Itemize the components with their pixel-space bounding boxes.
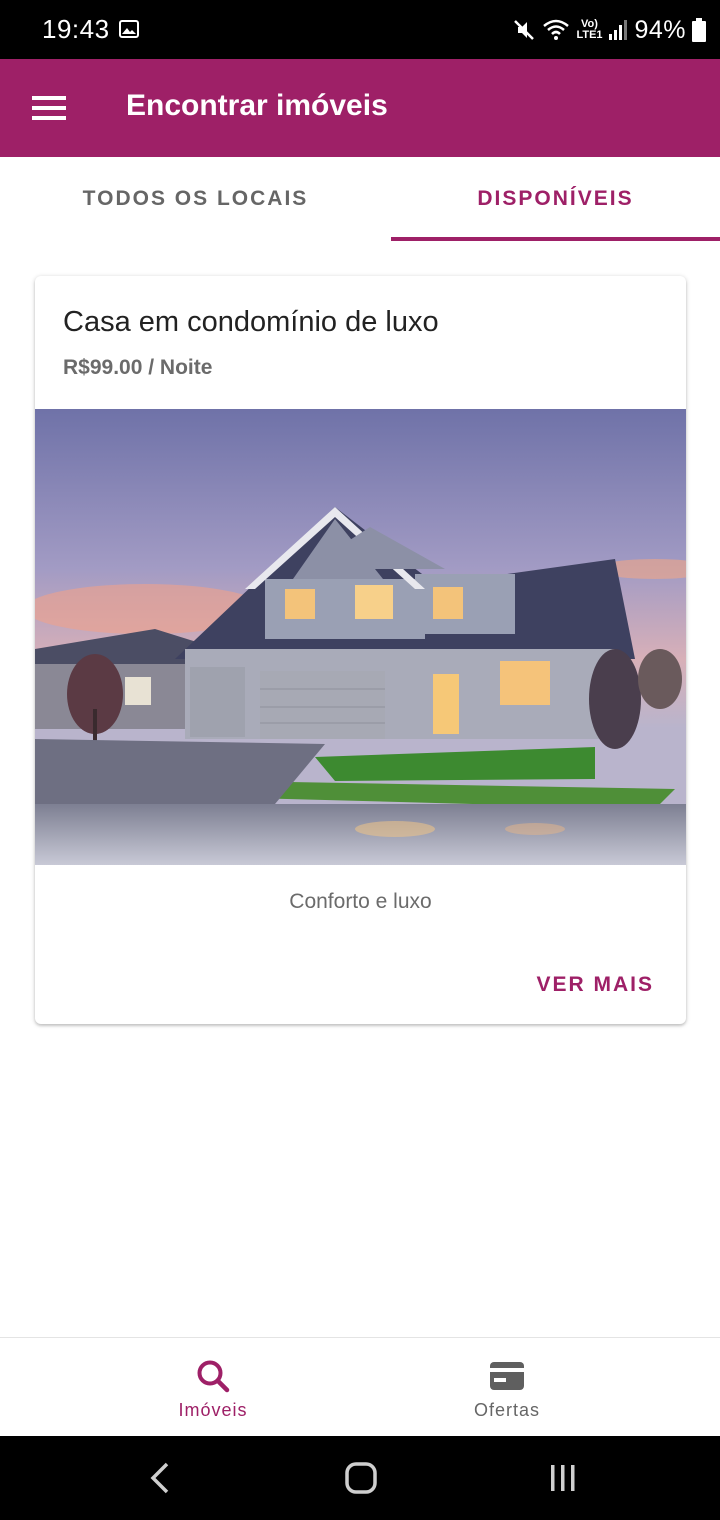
nav-label-offers: Ofertas — [473, 1400, 541, 1420]
home-button[interactable] — [341, 1458, 381, 1498]
listing-description: Conforto e luxo — [289, 890, 432, 913]
card-icon — [490, 1362, 524, 1390]
tab-bar: TODOS OS LOCAIS DISPONÍVEIS — [0, 157, 720, 241]
recents-icon — [551, 1465, 575, 1491]
wifi-icon — [543, 19, 570, 40]
network-label: Vo) LTE1 — [576, 18, 603, 41]
search-icon — [197, 1360, 230, 1393]
menu-button[interactable] — [22, 81, 76, 135]
battery-icon — [692, 18, 706, 42]
tab-all-locations[interactable]: TODOS OS LOCAIS — [0, 157, 391, 241]
battery-percent: 94% — [634, 15, 686, 44]
system-navigation-bar — [0, 1436, 720, 1520]
listing-title: Casa em condomínio de luxo — [63, 306, 439, 338]
listing-price: R$99.00 / Noite — [63, 356, 213, 379]
status-icons: Vo) LTE1 94% — [512, 12, 706, 48]
listing-card: Casa em condomínio de luxo R$99.00 / Noi… — [35, 276, 686, 1024]
nav-item-offers[interactable]: Ofertas — [407, 1338, 607, 1437]
status-time: 19:43 — [42, 14, 110, 44]
nav-label-properties: Imóveis — [178, 1400, 248, 1420]
house-photo — [35, 409, 686, 865]
recents-button[interactable] — [543, 1458, 583, 1498]
bottom-navigation: Imóveis Ofertas — [0, 1337, 720, 1436]
see-more-button[interactable]: VER MAIS — [524, 960, 666, 1010]
nav-item-properties[interactable]: Imóveis — [113, 1338, 313, 1437]
page-title: Encontrar imóveis — [126, 89, 388, 122]
gallery-icon — [119, 20, 139, 38]
app-bar: Encontrar imóveis — [0, 59, 720, 157]
tab-available[interactable]: DISPONÍVEIS — [391, 157, 720, 241]
home-icon — [345, 1462, 377, 1494]
back-icon — [150, 1462, 169, 1494]
back-button[interactable] — [140, 1458, 180, 1498]
mute-icon — [514, 20, 535, 40]
signal-icon — [609, 20, 628, 40]
status-bar: 19:43 Vo) LTE1 94% — [0, 0, 720, 59]
tab-indicator — [391, 237, 720, 241]
menu-icon — [32, 96, 66, 120]
